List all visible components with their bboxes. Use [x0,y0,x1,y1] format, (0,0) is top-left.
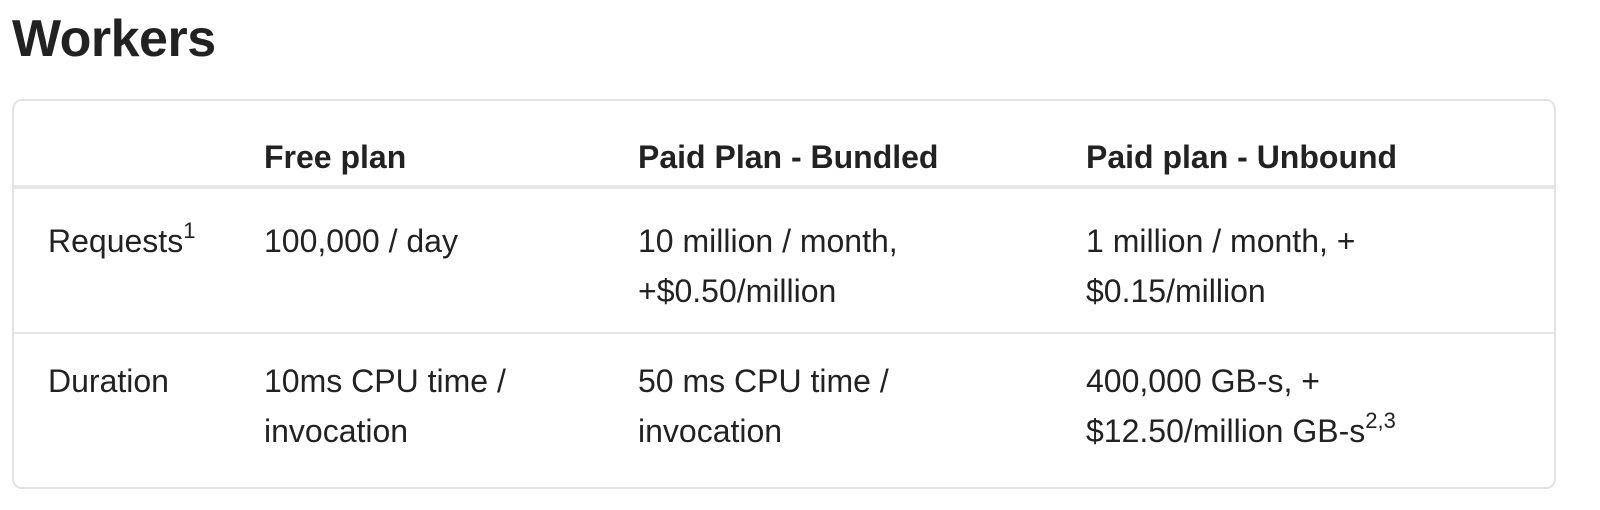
cell-text-line1: 1 million / month, + [1086,223,1356,259]
cell-text-line2: +$0.50/million [638,273,837,309]
table-row-duration: Duration 10ms CPU time / invocation 50 ms… [14,333,1554,483]
cell-duration-bundled: 50 ms CPU time / invocation [638,333,1086,483]
cell-text: 100,000 / day [264,223,458,259]
row-label-text: Requests [48,223,184,259]
cell-text-line1: 50 ms CPU time / [638,363,889,399]
table-row-requests: Requests1 100,000 / day 10 million / mon… [14,187,1554,334]
cell-text-line2: $0.15/million [1086,273,1266,309]
header-paid-bundled: Paid Plan - Bundled [638,101,1086,189]
cell-text-line2: invocation [264,413,409,449]
cell-text-line1: 400,000 GB-s, + [1086,363,1320,399]
row-label-duration: Duration [14,333,264,483]
cell-requests-unbound: 1 million / month, + $0.15/million [1086,187,1554,334]
cell-text-line2: invocation [638,413,783,449]
row-label-requests: Requests1 [14,187,264,334]
cell-text-line1: 10 million / month, [638,223,898,259]
table-header-row: Free plan Paid Plan - Bundled Paid plan … [14,101,1554,189]
footnote-marker: 2,3 [1365,408,1396,434]
row-label-text: Duration [48,363,169,399]
cell-duration-free: 10ms CPU time / invocation [264,333,638,483]
header-paid-unbound: Paid plan - Unbound [1086,101,1554,189]
cell-text-line1: 10ms CPU time / [264,363,506,399]
cell-requests-free: 100,000 / day [264,187,638,334]
header-empty-cell [14,101,264,189]
page-title: Workers [12,10,216,68]
header-free-plan: Free plan [264,101,638,189]
pricing-table: Free plan Paid Plan - Bundled Paid plan … [14,101,1554,483]
pricing-table-card: Free plan Paid Plan - Bundled Paid plan … [12,99,1556,489]
footnote-marker: 1 [183,218,196,244]
cell-duration-unbound: 400,000 GB-s, + $12.50/million GB-s2,3 [1086,333,1554,483]
cell-text-line2: $12.50/million GB-s [1086,413,1366,449]
cell-requests-bundled: 10 million / month, +$0.50/million [638,187,1086,334]
